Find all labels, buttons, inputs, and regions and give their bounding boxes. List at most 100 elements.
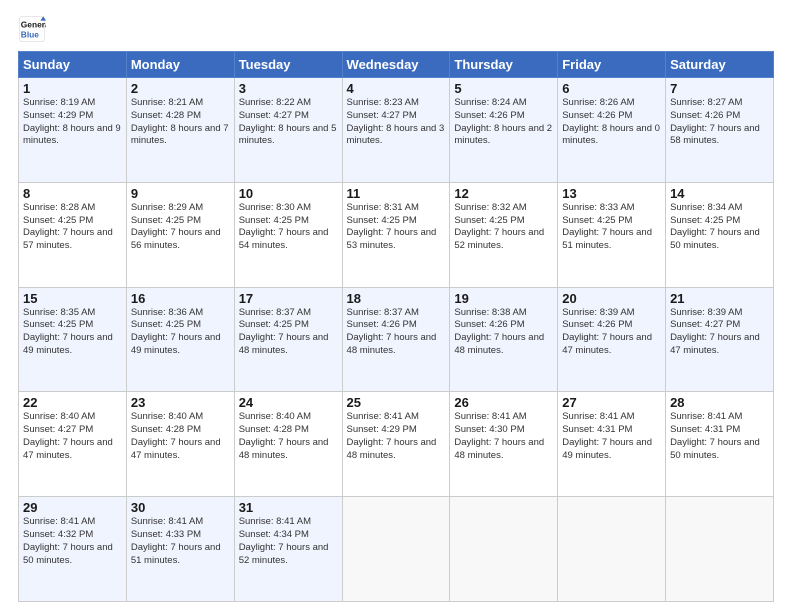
page: General Blue SundayMondayTuesdayWednesda…	[0, 0, 792, 612]
day-info: Sunrise: 8:32 AM Sunset: 4:25 PM Dayligh…	[454, 202, 553, 253]
day-number: 3	[239, 81, 338, 96]
day-number: 14	[670, 186, 769, 201]
day-number: 24	[239, 395, 338, 410]
day-number: 11	[347, 186, 446, 201]
day-info: Sunrise: 8:41 AM Sunset: 4:30 PM Dayligh…	[454, 411, 553, 462]
week-row-2: 8 Sunrise: 8:28 AM Sunset: 4:25 PM Dayli…	[19, 182, 774, 287]
day-number: 16	[131, 291, 230, 306]
day-number: 6	[562, 81, 661, 96]
calendar-cell: 6 Sunrise: 8:26 AM Sunset: 4:26 PM Dayli…	[558, 78, 666, 183]
calendar-cell	[558, 497, 666, 602]
day-header-monday: Monday	[126, 52, 234, 78]
day-number: 20	[562, 291, 661, 306]
calendar-cell: 18 Sunrise: 8:37 AM Sunset: 4:26 PM Dayl…	[342, 287, 450, 392]
day-info: Sunrise: 8:27 AM Sunset: 4:26 PM Dayligh…	[670, 97, 769, 148]
calendar-cell: 15 Sunrise: 8:35 AM Sunset: 4:25 PM Dayl…	[19, 287, 127, 392]
day-info: Sunrise: 8:39 AM Sunset: 4:26 PM Dayligh…	[562, 307, 661, 358]
calendar-cell	[450, 497, 558, 602]
calendar-cell: 30 Sunrise: 8:41 AM Sunset: 4:33 PM Dayl…	[126, 497, 234, 602]
day-info: Sunrise: 8:19 AM Sunset: 4:29 PM Dayligh…	[23, 97, 122, 148]
day-number: 17	[239, 291, 338, 306]
day-info: Sunrise: 8:34 AM Sunset: 4:25 PM Dayligh…	[670, 202, 769, 253]
calendar-cell: 2 Sunrise: 8:21 AM Sunset: 4:28 PM Dayli…	[126, 78, 234, 183]
day-info: Sunrise: 8:38 AM Sunset: 4:26 PM Dayligh…	[454, 307, 553, 358]
day-info: Sunrise: 8:41 AM Sunset: 4:34 PM Dayligh…	[239, 516, 338, 567]
day-header-friday: Friday	[558, 52, 666, 78]
calendar-cell: 9 Sunrise: 8:29 AM Sunset: 4:25 PM Dayli…	[126, 182, 234, 287]
day-info: Sunrise: 8:37 AM Sunset: 4:25 PM Dayligh…	[239, 307, 338, 358]
calendar-cell: 10 Sunrise: 8:30 AM Sunset: 4:25 PM Dayl…	[234, 182, 342, 287]
day-info: Sunrise: 8:23 AM Sunset: 4:27 PM Dayligh…	[347, 97, 446, 148]
day-number: 9	[131, 186, 230, 201]
day-info: Sunrise: 8:29 AM Sunset: 4:25 PM Dayligh…	[131, 202, 230, 253]
day-info: Sunrise: 8:28 AM Sunset: 4:25 PM Dayligh…	[23, 202, 122, 253]
calendar-cell: 23 Sunrise: 8:40 AM Sunset: 4:28 PM Dayl…	[126, 392, 234, 497]
week-row-4: 22 Sunrise: 8:40 AM Sunset: 4:27 PM Dayl…	[19, 392, 774, 497]
calendar-cell: 16 Sunrise: 8:36 AM Sunset: 4:25 PM Dayl…	[126, 287, 234, 392]
calendar-cell: 14 Sunrise: 8:34 AM Sunset: 4:25 PM Dayl…	[666, 182, 774, 287]
calendar-cell	[666, 497, 774, 602]
calendar-cell: 4 Sunrise: 8:23 AM Sunset: 4:27 PM Dayli…	[342, 78, 450, 183]
day-number: 25	[347, 395, 446, 410]
calendar-cell: 17 Sunrise: 8:37 AM Sunset: 4:25 PM Dayl…	[234, 287, 342, 392]
week-row-3: 15 Sunrise: 8:35 AM Sunset: 4:25 PM Dayl…	[19, 287, 774, 392]
day-number: 2	[131, 81, 230, 96]
day-info: Sunrise: 8:24 AM Sunset: 4:26 PM Dayligh…	[454, 97, 553, 148]
week-row-1: 1 Sunrise: 8:19 AM Sunset: 4:29 PM Dayli…	[19, 78, 774, 183]
calendar-cell: 27 Sunrise: 8:41 AM Sunset: 4:31 PM Dayl…	[558, 392, 666, 497]
logo-icon: General Blue	[18, 15, 46, 43]
calendar-cell: 5 Sunrise: 8:24 AM Sunset: 4:26 PM Dayli…	[450, 78, 558, 183]
day-number: 30	[131, 500, 230, 515]
day-info: Sunrise: 8:41 AM Sunset: 4:31 PM Dayligh…	[562, 411, 661, 462]
day-info: Sunrise: 8:40 AM Sunset: 4:28 PM Dayligh…	[239, 411, 338, 462]
calendar-cell: 31 Sunrise: 8:41 AM Sunset: 4:34 PM Dayl…	[234, 497, 342, 602]
day-number: 22	[23, 395, 122, 410]
calendar-cell: 3 Sunrise: 8:22 AM Sunset: 4:27 PM Dayli…	[234, 78, 342, 183]
header: General Blue	[18, 15, 774, 43]
day-header-wednesday: Wednesday	[342, 52, 450, 78]
day-number: 12	[454, 186, 553, 201]
day-number: 19	[454, 291, 553, 306]
day-number: 4	[347, 81, 446, 96]
day-number: 13	[562, 186, 661, 201]
calendar-header-row: SundayMondayTuesdayWednesdayThursdayFrid…	[19, 52, 774, 78]
calendar-cell: 8 Sunrise: 8:28 AM Sunset: 4:25 PM Dayli…	[19, 182, 127, 287]
day-info: Sunrise: 8:37 AM Sunset: 4:26 PM Dayligh…	[347, 307, 446, 358]
day-number: 18	[347, 291, 446, 306]
day-number: 26	[454, 395, 553, 410]
calendar-table: SundayMondayTuesdayWednesdayThursdayFrid…	[18, 51, 774, 602]
calendar-cell: 22 Sunrise: 8:40 AM Sunset: 4:27 PM Dayl…	[19, 392, 127, 497]
day-header-tuesday: Tuesday	[234, 52, 342, 78]
day-info: Sunrise: 8:36 AM Sunset: 4:25 PM Dayligh…	[131, 307, 230, 358]
calendar-cell: 21 Sunrise: 8:39 AM Sunset: 4:27 PM Dayl…	[666, 287, 774, 392]
week-row-5: 29 Sunrise: 8:41 AM Sunset: 4:32 PM Dayl…	[19, 497, 774, 602]
calendar-cell: 12 Sunrise: 8:32 AM Sunset: 4:25 PM Dayl…	[450, 182, 558, 287]
day-info: Sunrise: 8:41 AM Sunset: 4:32 PM Dayligh…	[23, 516, 122, 567]
day-number: 23	[131, 395, 230, 410]
calendar-cell: 24 Sunrise: 8:40 AM Sunset: 4:28 PM Dayl…	[234, 392, 342, 497]
day-info: Sunrise: 8:41 AM Sunset: 4:29 PM Dayligh…	[347, 411, 446, 462]
svg-text:Blue: Blue	[21, 29, 39, 39]
day-info: Sunrise: 8:40 AM Sunset: 4:27 PM Dayligh…	[23, 411, 122, 462]
day-number: 31	[239, 500, 338, 515]
logo: General Blue	[18, 15, 50, 43]
day-info: Sunrise: 8:35 AM Sunset: 4:25 PM Dayligh…	[23, 307, 122, 358]
day-number: 28	[670, 395, 769, 410]
day-info: Sunrise: 8:31 AM Sunset: 4:25 PM Dayligh…	[347, 202, 446, 253]
calendar-cell: 1 Sunrise: 8:19 AM Sunset: 4:29 PM Dayli…	[19, 78, 127, 183]
day-number: 10	[239, 186, 338, 201]
calendar-cell: 11 Sunrise: 8:31 AM Sunset: 4:25 PM Dayl…	[342, 182, 450, 287]
day-info: Sunrise: 8:33 AM Sunset: 4:25 PM Dayligh…	[562, 202, 661, 253]
day-header-saturday: Saturday	[666, 52, 774, 78]
day-number: 15	[23, 291, 122, 306]
day-info: Sunrise: 8:22 AM Sunset: 4:27 PM Dayligh…	[239, 97, 338, 148]
calendar-cell: 28 Sunrise: 8:41 AM Sunset: 4:31 PM Dayl…	[666, 392, 774, 497]
calendar-cell: 26 Sunrise: 8:41 AM Sunset: 4:30 PM Dayl…	[450, 392, 558, 497]
calendar-cell: 19 Sunrise: 8:38 AM Sunset: 4:26 PM Dayl…	[450, 287, 558, 392]
day-header-sunday: Sunday	[19, 52, 127, 78]
day-header-thursday: Thursday	[450, 52, 558, 78]
calendar-cell: 25 Sunrise: 8:41 AM Sunset: 4:29 PM Dayl…	[342, 392, 450, 497]
day-number: 5	[454, 81, 553, 96]
day-number: 1	[23, 81, 122, 96]
calendar-cell	[342, 497, 450, 602]
